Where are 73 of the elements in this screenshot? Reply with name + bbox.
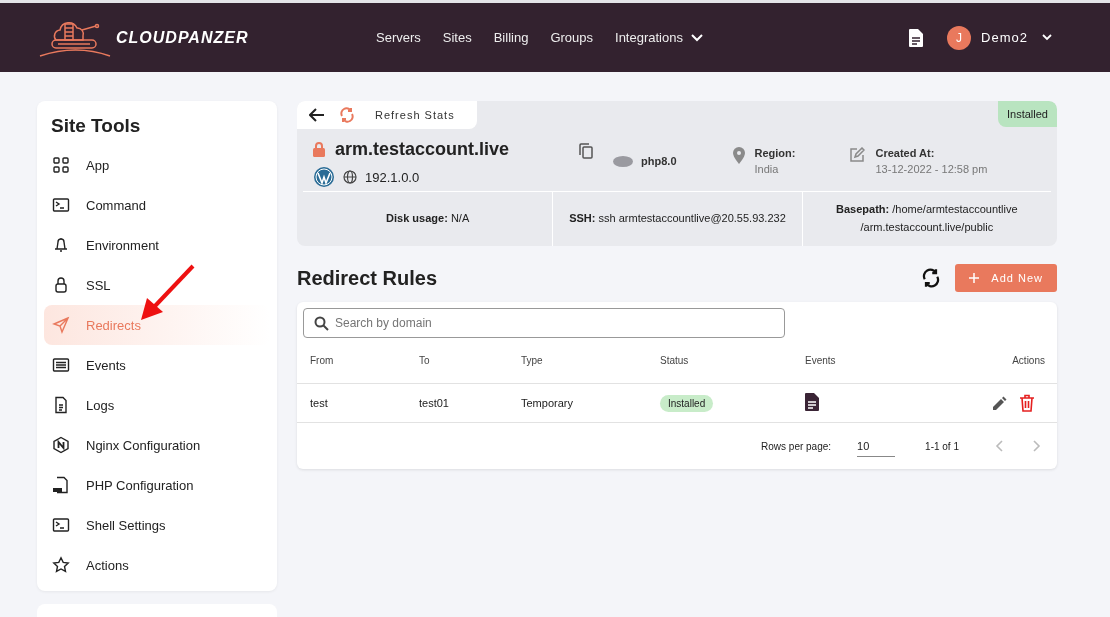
trash-icon[interactable] [1019,394,1035,412]
location-pin-icon [732,147,745,164]
column-header: Actions [1011,355,1045,366]
document-icon[interactable] [909,28,924,47]
site-stat: SSH: ssh armtestaccountlive@20.55.93.232 [569,211,786,227]
page-range: 1-1 of 1 [925,440,959,452]
php-version: php8.0 [641,155,677,167]
site-stat: Disk usage: N/A [386,211,470,227]
sidebar-item[interactable]: Environment [44,225,270,265]
php-logo-icon [613,155,634,167]
nav-link[interactable]: Sites [442,30,472,45]
region-value: India [754,163,780,175]
sidebar-item[interactable]: SSL [44,265,270,305]
sidebar-item[interactable]: Events [44,345,270,385]
lock-icon [313,142,325,157]
site-stat: Basepath: /home/armtestaccountlive /arm.testaccount.live/public [835,202,1019,235]
lock-icon [52,276,70,294]
table-cell-text: test [310,397,329,409]
sidebar-title: Site Tools [51,115,142,137]
column-header: Type [521,355,544,366]
ip-address: 192.1.0.0 [365,169,420,185]
edit-pencil-icon[interactable] [993,396,1007,410]
search-field[interactable]: Search by domain [303,308,785,338]
search-icon [314,316,329,331]
nav-link[interactable]: Groups [550,30,594,45]
table-cell-text: test01 [419,397,450,409]
column-header: Status [660,355,690,366]
chevron-down-icon [690,33,703,42]
column-header: Events [805,355,837,366]
edit-icon [849,147,866,163]
send-icon [52,316,70,334]
wordpress-logo-icon [313,166,335,188]
sidebar-item[interactable]: App [44,145,270,185]
rows-per-page-label: Rows per page: [761,440,832,452]
refresh-icon[interactable] [921,268,942,288]
user-name[interactable]: Demo2 [981,30,1028,45]
back-arrow-icon[interactable] [309,108,325,122]
sidebar-item[interactable]: PHP Configuration [44,465,270,505]
bell-icon [52,236,70,254]
chevron-down-icon[interactable] [1042,34,1052,41]
rows-per-page-select[interactable]: 10 [857,435,896,457]
region-label: Region: [754,147,796,159]
terminal-icon [52,196,70,214]
terminal-icon [52,516,70,534]
section-title: Redirect Rules [297,266,439,290]
sidebar-item[interactable]: Actions [44,545,270,585]
site-domain: arm.testaccount.live [335,139,510,160]
php-icon [52,476,70,494]
sidebar-item[interactable]: Nginx Configuration [44,425,270,465]
grid-icon [52,156,70,174]
brand-name[interactable]: CLOUDPANZER [116,28,249,47]
sidebar-item[interactable]: Shell Settings [44,505,270,545]
status-badge: Installed [998,101,1057,127]
star-icon [52,556,70,574]
created-label: Created At: [875,147,936,159]
column-header: From [310,355,335,366]
table-cell-text: Temporary [521,397,574,409]
nginx-icon [52,436,70,454]
sidebar-item[interactable]: Logs [44,385,270,425]
document-icon[interactable] [805,393,819,411]
nav-link[interactable]: Billing [493,30,529,45]
copy-icon[interactable] [579,143,594,159]
plus-icon [969,273,980,283]
nav-link[interactable]: Servers [376,30,421,45]
refresh-stats-link[interactable]: Refresh Stats [375,109,455,121]
column-header: To [419,355,431,366]
sidebar-item[interactable]: Command [44,185,270,225]
list-icon [52,356,70,374]
status-badge: Installed [660,395,714,412]
file-icon [52,396,70,414]
nav-link[interactable]: Integrations [615,30,703,45]
created-date: 13-12-2022 - 12:58 pm [875,163,988,175]
globe-icon [343,170,357,184]
